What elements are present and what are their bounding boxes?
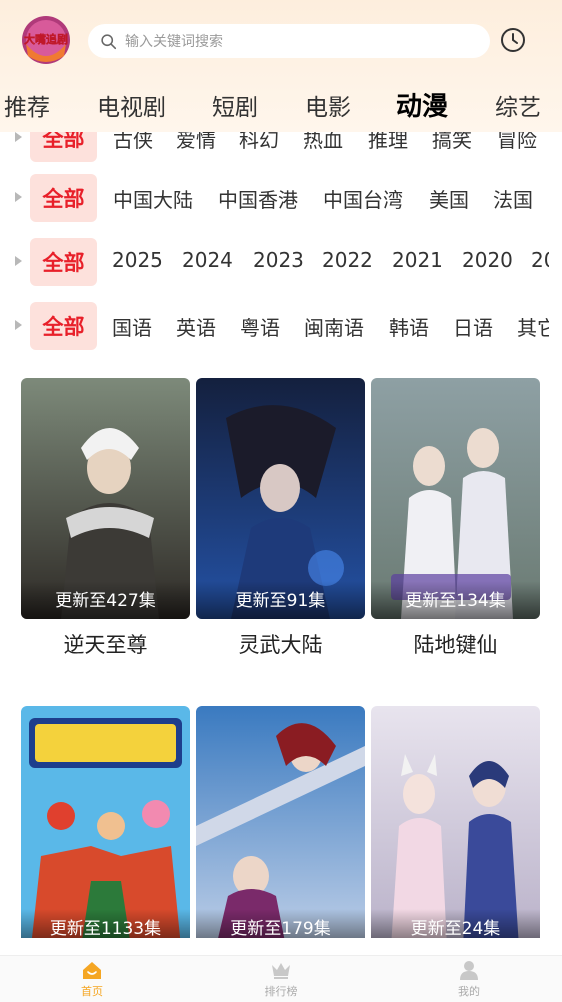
episode-status: 更新至24集 bbox=[371, 909, 540, 938]
filter-option[interactable]: 美国 bbox=[429, 184, 469, 213]
tab-recommend[interactable]: 推荐 bbox=[4, 88, 50, 122]
filter-option[interactable]: 英语 bbox=[176, 312, 216, 341]
filter-option[interactable]: 粤语 bbox=[240, 312, 280, 341]
nav-label: 排行榜 bbox=[264, 985, 298, 998]
category-tabs: 推荐 电视剧 短剧 电影 动漫 综艺 bbox=[0, 88, 562, 132]
filter-option[interactable]: 冒险 bbox=[497, 132, 537, 153]
search-placeholder: 输入关键词搜索 bbox=[125, 34, 223, 50]
user-icon bbox=[460, 961, 478, 980]
poster-image: 更新至134集 bbox=[371, 378, 540, 619]
filter-option[interactable]: 韩语 bbox=[389, 312, 429, 341]
filter-chip-all[interactable]: 全部 bbox=[30, 238, 97, 286]
nav-ranking[interactable]: 排行榜 bbox=[241, 960, 321, 999]
filter-option[interactable]: 2024 bbox=[182, 248, 233, 272]
filter-option[interactable]: 中国大陆 bbox=[113, 184, 193, 213]
drama-card[interactable]: 更新至91集 灵武大陆 bbox=[196, 378, 365, 659]
expand-arrow-icon[interactable] bbox=[15, 132, 22, 142]
filter-row-region: 全部 中国大陆 中国香港 中国台湾 美国 法国 bbox=[13, 174, 549, 224]
filter-option[interactable]: 中国香港 bbox=[218, 184, 298, 213]
filter-option[interactable]: 闽南语 bbox=[304, 312, 364, 341]
filter-option[interactable]: 搞笑 bbox=[432, 132, 472, 153]
drama-card[interactable]: 更新至1133集 bbox=[21, 706, 190, 938]
tab-anime[interactable]: 动漫 bbox=[396, 86, 448, 123]
nav-label: 首页 bbox=[81, 985, 103, 998]
drama-card[interactable]: 更新至427集 逆天至尊 bbox=[21, 378, 190, 659]
filter-row-year: 全部 2025 2024 2023 2022 2021 2020 2019 bbox=[13, 238, 549, 288]
search-input[interactable]: 输入关键词搜索 bbox=[88, 24, 490, 58]
episode-status: 更新至179集 bbox=[196, 909, 365, 938]
history-icon[interactable] bbox=[499, 26, 527, 54]
filter-panel: 全部 古侠 爱情 科幻 热血 推理 搞笑 冒险 全部 中国大陆 中国香港 中国台… bbox=[13, 132, 549, 362]
filter-option[interactable]: 其它 bbox=[517, 312, 549, 341]
poster-image: 更新至1133集 bbox=[21, 706, 190, 938]
crown-icon bbox=[272, 963, 290, 979]
expand-arrow-icon[interactable] bbox=[15, 256, 22, 266]
filter-option[interactable]: 2025 bbox=[112, 248, 163, 272]
filter-option[interactable]: 2020 bbox=[462, 248, 513, 272]
poster-image: 更新至427集 bbox=[21, 378, 190, 619]
episode-status: 更新至427集 bbox=[21, 581, 190, 619]
filter-row-language: 全部 国语 英语 粤语 闽南语 韩语 日语 其它 bbox=[13, 302, 549, 352]
poster-image: 更新至24集 bbox=[371, 706, 540, 938]
drama-title: 逆天至尊 bbox=[63, 633, 148, 657]
filter-option[interactable]: 2021 bbox=[392, 248, 443, 272]
filter-chip-all[interactable]: 全部 bbox=[30, 174, 97, 222]
drama-card[interactable]: 更新至24集 bbox=[371, 706, 540, 938]
filter-option[interactable]: 中国台湾 bbox=[323, 184, 403, 213]
episode-status: 更新至1133集 bbox=[21, 909, 190, 938]
filter-option[interactable]: 日语 bbox=[453, 312, 493, 341]
search-icon bbox=[101, 33, 117, 49]
filter-option[interactable]: 推理 bbox=[368, 132, 408, 153]
filter-option[interactable]: 古侠 bbox=[113, 132, 153, 153]
tab-variety[interactable]: 综艺 bbox=[495, 88, 541, 122]
filter-option[interactable]: 2022 bbox=[322, 248, 373, 272]
tab-movie[interactable]: 电影 bbox=[305, 88, 351, 122]
drama-title: 陆地键仙 bbox=[413, 633, 498, 657]
app-logo-text: 大嘴追剧 bbox=[24, 32, 68, 46]
app-logo[interactable]: 大嘴追剧 bbox=[16, 12, 76, 68]
expand-arrow-icon[interactable] bbox=[15, 320, 22, 330]
app-header: 大嘴追剧 输入关键词搜索 推荐 电视剧 短剧 电影 动漫 综艺 bbox=[0, 0, 562, 132]
filter-option[interactable]: 2023 bbox=[253, 248, 304, 272]
filter-option[interactable]: 法国 bbox=[493, 184, 533, 213]
filter-chip-all[interactable]: 全部 bbox=[30, 132, 97, 162]
filter-chip-all[interactable]: 全部 bbox=[30, 302, 97, 350]
filter-option[interactable]: 2019 bbox=[531, 248, 549, 272]
filter-option[interactable]: 热血 bbox=[303, 132, 343, 153]
nav-home[interactable]: 首页 bbox=[52, 960, 132, 999]
filter-option[interactable]: 爱情 bbox=[176, 132, 216, 153]
bottom-nav: 首页 排行榜 我的 bbox=[0, 955, 562, 1002]
drama-card[interactable]: 更新至134集 陆地键仙 bbox=[371, 378, 540, 659]
nav-profile[interactable]: 我的 bbox=[429, 960, 509, 999]
tab-tv-series[interactable]: 电视剧 bbox=[97, 88, 166, 122]
tab-short-drama[interactable]: 短剧 bbox=[212, 88, 258, 122]
nav-label: 我的 bbox=[458, 985, 480, 998]
home-icon bbox=[83, 962, 101, 979]
poster-image: 更新至91集 bbox=[196, 378, 365, 619]
expand-arrow-icon[interactable] bbox=[15, 192, 22, 202]
filter-option[interactable]: 科幻 bbox=[239, 132, 279, 153]
episode-status: 更新至134集 bbox=[371, 581, 540, 619]
drama-card[interactable]: 更新至179集 bbox=[196, 706, 365, 938]
content-grid: 更新至427集 逆天至尊 更新至91集 灵武大陆 更新至134集 陆地键仙 更新… bbox=[0, 378, 562, 938]
poster-image: 更新至179集 bbox=[196, 706, 365, 938]
drama-title: 灵武大陆 bbox=[238, 633, 323, 657]
filter-option[interactable]: 国语 bbox=[112, 312, 152, 341]
filter-row-genre: 全部 古侠 爱情 科幻 热血 推理 搞笑 冒险 bbox=[13, 132, 549, 164]
episode-status: 更新至91集 bbox=[196, 581, 365, 619]
